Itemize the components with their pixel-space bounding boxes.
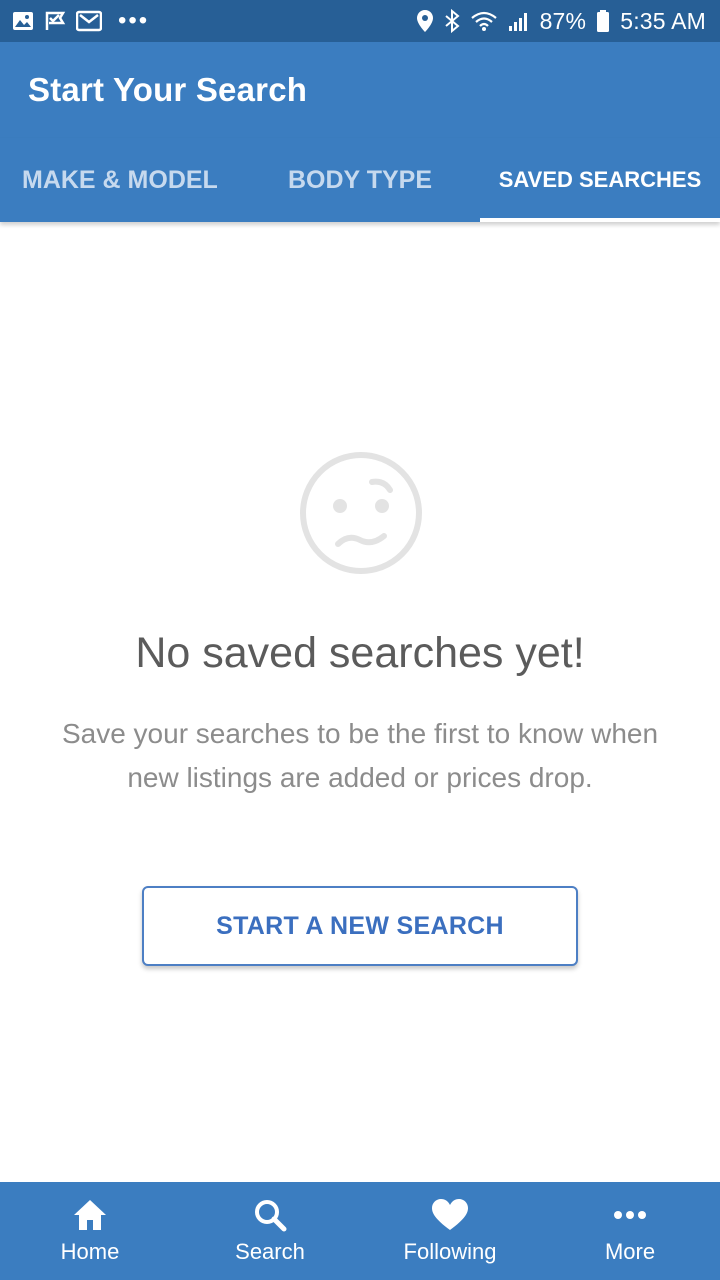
confused-face-icon [296, 450, 426, 576]
empty-state-title: No saved searches yet! [135, 629, 585, 677]
more-dots-icon [613, 1197, 647, 1233]
start-new-search-button[interactable]: START A NEW SEARCH [142, 886, 578, 966]
nav-search-label: Search [235, 1239, 305, 1264]
bottom-nav: Home Search Following More [0, 1182, 720, 1280]
nav-following-label: Following [403, 1239, 497, 1264]
nav-home[interactable]: Home [0, 1182, 180, 1280]
heart-icon [431, 1197, 469, 1233]
status-right: 87% 5:35 AM [416, 8, 706, 35]
screen: ••• 87% 5:35 AM Start Your Search MAKE &… [0, 0, 720, 1280]
status-time: 5:35 AM [620, 7, 706, 34]
wifi-icon [470, 10, 498, 32]
battery-percent: 87% [539, 7, 587, 34]
tab-make-model[interactable]: MAKE & MODEL [0, 138, 240, 222]
bluetooth-icon [444, 9, 460, 33]
location-pin-icon [416, 9, 434, 33]
check-flag-icon [44, 10, 66, 32]
overflow-indicator: ••• [118, 7, 150, 34]
image-icon [12, 10, 34, 32]
search-icon [253, 1197, 287, 1233]
gmail-icon [76, 10, 102, 32]
empty-state-description: Save your searches to be the first to kn… [61, 718, 659, 793]
home-icon [72, 1197, 108, 1233]
signal-icon [508, 10, 530, 32]
nav-more-label: More [604, 1239, 656, 1264]
tab-body-type[interactable]: BODY TYPE [240, 138, 480, 222]
nav-more[interactable]: More [540, 1182, 720, 1280]
page-title: Start Your Search [28, 71, 308, 108]
nav-following[interactable]: Following [360, 1182, 540, 1280]
app-bar: Start Your Search [0, 42, 720, 138]
tab-saved-searches[interactable]: SAVED SEARCHES [480, 138, 720, 222]
nav-home-label: Home [60, 1239, 120, 1264]
battery-icon [596, 9, 610, 33]
status-bar: ••• 87% 5:35 AM [0, 0, 720, 42]
status-left: ••• [12, 9, 149, 33]
active-tab-indicator [480, 218, 720, 222]
tab-saved-searches-label: SAVED SEARCHES [498, 167, 702, 192]
nav-search[interactable]: Search [180, 1182, 360, 1280]
tab-bar: MAKE & MODEL BODY TYPE SAVED SEARCHES [0, 138, 720, 222]
